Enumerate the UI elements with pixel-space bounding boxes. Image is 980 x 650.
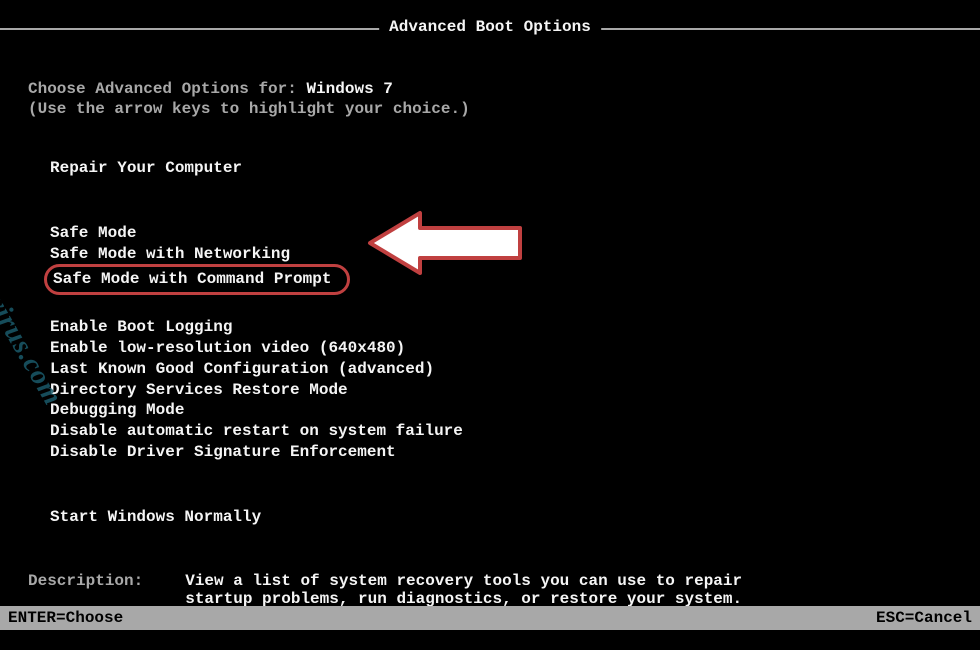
footer-bar: ENTER=Choose ESC=Cancel — [0, 606, 980, 630]
os-name: Windows 7 — [306, 80, 392, 98]
content-area: Choose Advanced Options for: Windows 7 (… — [28, 80, 952, 608]
hint-line: (Use the arrow keys to highlight your ch… — [28, 100, 952, 118]
menu-item-debug[interactable]: Debugging Mode — [50, 400, 952, 421]
menu-item-no-auto-restart[interactable]: Disable automatic restart on system fail… — [50, 421, 952, 442]
menu-item-safe-mode-cmd[interactable]: Safe Mode with Command Prompt — [44, 264, 350, 295]
description-text: View a list of system recovery tools you… — [185, 572, 745, 608]
menu-item-boot-log[interactable]: Enable Boot Logging — [50, 317, 952, 338]
menu-item-repair[interactable]: Repair Your Computer — [50, 158, 952, 179]
footer-esc: ESC=Cancel — [876, 609, 972, 627]
menu-item-low-res[interactable]: Enable low-resolution video (640x480) — [50, 338, 952, 359]
description-row: Description: View a list of system recov… — [28, 572, 952, 608]
arrow-annotation-icon — [360, 208, 530, 283]
footer-enter: ENTER=Choose — [8, 609, 123, 627]
spacer — [50, 463, 952, 507]
menu-item-last-known[interactable]: Last Known Good Configuration (advanced) — [50, 359, 952, 380]
choose-prefix: Choose Advanced Options for: — [28, 80, 306, 98]
spacer — [50, 295, 952, 317]
menu-item-no-driver-sig[interactable]: Disable Driver Signature Enforcement — [50, 442, 952, 463]
menu-item-ds-restore[interactable]: Directory Services Restore Mode — [50, 380, 952, 401]
menu-item-start-normal[interactable]: Start Windows Normally — [50, 507, 952, 528]
page-title: Advanced Boot Options — [379, 18, 601, 36]
choose-line: Choose Advanced Options for: Windows 7 — [28, 80, 952, 98]
description-label: Description: — [28, 572, 143, 608]
